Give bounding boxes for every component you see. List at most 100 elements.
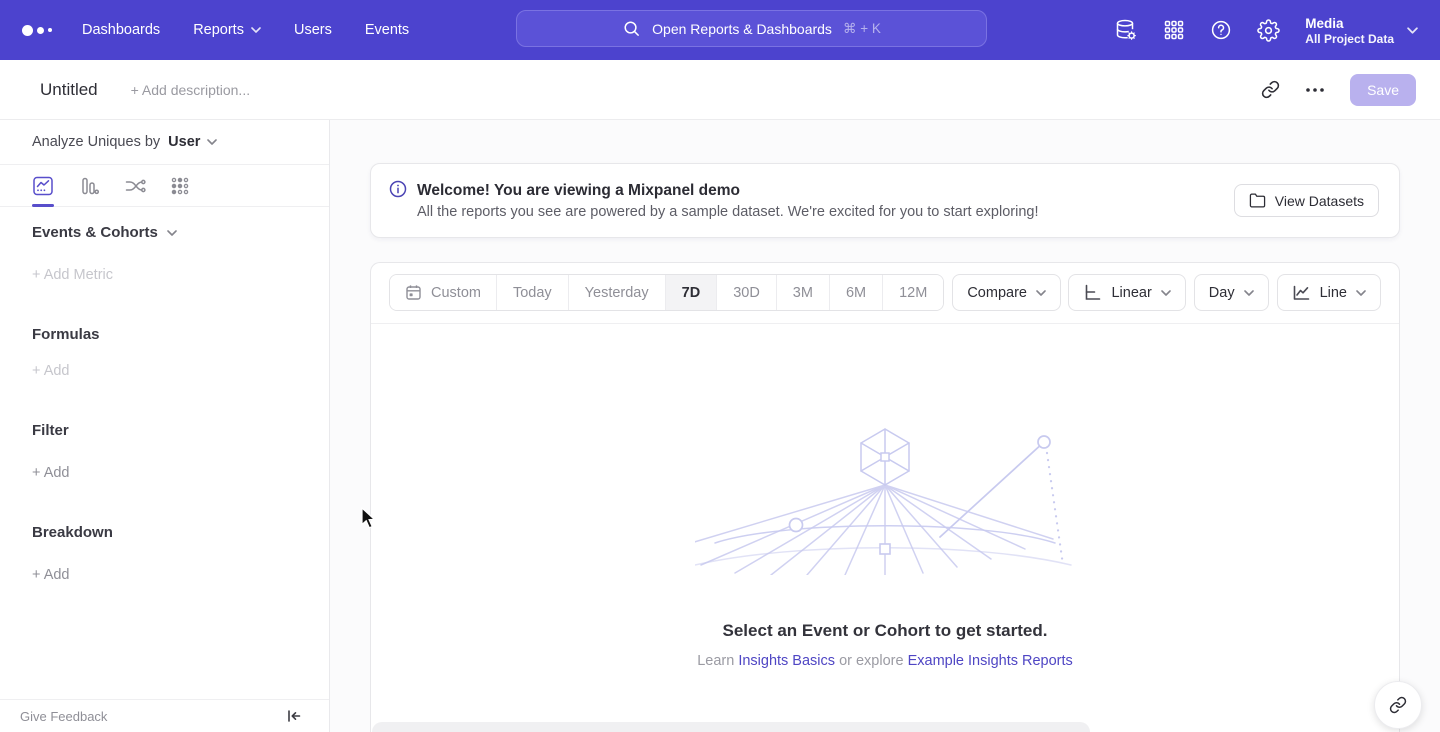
help-button[interactable]: [1210, 19, 1232, 41]
add-metric-button[interactable]: + Add Metric: [32, 267, 113, 283]
metric-type-tabs: [0, 165, 329, 207]
line-chart-tab-icon: [32, 175, 54, 197]
report-card: Custom Today Yesterday 7D 30D 3M 6M 12M …: [370, 262, 1400, 732]
add-filter-button[interactable]: + Add: [32, 465, 70, 481]
database-gear-icon: [1114, 18, 1138, 42]
line-chart-icon: [1292, 283, 1311, 302]
empty-state-heading: Select an Event or Cohort to get started…: [371, 621, 1399, 641]
sidebar-footer: Give Feedback: [0, 699, 329, 732]
chevron-down-icon: [1036, 290, 1046, 296]
welcome-banner: Welcome! You are viewing a Mixpanel demo…: [370, 163, 1400, 238]
top-navigation: Dashboards Reports Users Events Open Rep…: [0, 0, 1440, 60]
share-link-floating-button[interactable]: [1374, 681, 1422, 729]
date-range-segmented-control: Custom Today Yesterday 7D 30D 3M 6M 12M: [389, 274, 944, 311]
info-icon: [389, 180, 407, 198]
copy-link-button[interactable]: [1261, 80, 1280, 99]
report-header-actions: Save: [1261, 74, 1416, 106]
global-search-input[interactable]: Open Reports & Dashboards ⌘ + K: [516, 10, 987, 47]
range-30d[interactable]: 30D: [716, 275, 776, 310]
help-icon: [1210, 19, 1232, 41]
apps-grid-icon: [1163, 19, 1185, 41]
section-filter: Filter: [32, 423, 297, 439]
banner-title: Welcome! You are viewing a Mixpanel demo: [417, 182, 1039, 200]
section-breakdown: Breakdown: [32, 525, 297, 541]
search-placeholder: Open Reports & Dashboards: [652, 21, 832, 37]
link-icon: [1261, 80, 1280, 99]
analyze-row: Analyze Uniques by User: [0, 120, 329, 165]
empty-state: Select an Event or Cohort to get started…: [371, 324, 1399, 669]
folder-icon: [1249, 192, 1266, 209]
settings-button[interactable]: [1257, 19, 1280, 42]
section-events-cohorts[interactable]: Events & Cohorts: [32, 225, 297, 241]
scale-dropdown[interactable]: Linear: [1068, 274, 1185, 311]
project-name: Media: [1305, 15, 1394, 32]
give-feedback-button[interactable]: Give Feedback: [20, 709, 107, 724]
link-icon: [1389, 696, 1407, 714]
analyze-by-dropdown[interactable]: User: [168, 134, 217, 150]
sidebar-sections: Events & Cohorts + Add Metric Formulas +…: [0, 207, 329, 583]
range-3m[interactable]: 3M: [776, 275, 829, 310]
search-shortcut-hint: ⌘ + K: [843, 21, 881, 37]
analyze-label: Analyze Uniques by: [32, 134, 160, 150]
project-selector[interactable]: Media All Project Data: [1305, 15, 1418, 46]
primary-nav: Dashboards Reports Users Events: [82, 22, 409, 38]
nav-item-reports[interactable]: Reports: [193, 22, 261, 38]
tab-flows[interactable]: [124, 165, 146, 206]
bottom-panel-edge: [372, 722, 1090, 732]
collapse-left-icon: [286, 708, 302, 724]
range-7d[interactable]: 7D: [665, 275, 717, 310]
tab-insights[interactable]: [32, 165, 54, 206]
empty-state-illustration: [695, 425, 1075, 575]
range-6m[interactable]: 6M: [829, 275, 882, 310]
apps-grid-button[interactable]: [1163, 19, 1185, 41]
calendar-icon: [405, 284, 422, 301]
section-formulas: Formulas: [32, 327, 297, 343]
nav-item-events[interactable]: Events: [365, 22, 409, 38]
more-options-button[interactable]: [1306, 88, 1324, 92]
nav-item-users[interactable]: Users: [294, 22, 332, 38]
main-content: Welcome! You are viewing a Mixpanel demo…: [330, 120, 1440, 732]
add-breakdown-button[interactable]: + Add: [32, 567, 70, 583]
banner-subtitle: All the reports you see are powered by a…: [417, 204, 1039, 220]
report-description-placeholder[interactable]: + Add description...: [131, 82, 250, 98]
project-scope: All Project Data: [1305, 32, 1394, 46]
empty-state-links: Learn Insights Basics or explore Example…: [371, 653, 1399, 669]
range-12m[interactable]: 12M: [882, 275, 943, 310]
chevron-down-icon: [1161, 290, 1171, 296]
query-builder-sidebar: Analyze Uniques by User: [0, 120, 330, 732]
compare-dropdown[interactable]: Compare: [952, 274, 1061, 311]
chart-type-dropdown[interactable]: Line: [1277, 274, 1381, 311]
report-header: Untitled + Add description... Save: [0, 60, 1440, 120]
gear-icon: [1257, 19, 1280, 42]
linear-axis-icon: [1083, 283, 1102, 302]
flows-tab-icon: [124, 175, 146, 197]
retention-dots-tab-icon: [170, 176, 190, 196]
chevron-down-icon: [251, 27, 261, 33]
save-button[interactable]: Save: [1350, 74, 1416, 106]
range-yesterday[interactable]: Yesterday: [568, 275, 665, 310]
chevron-down-icon: [207, 139, 217, 145]
report-title[interactable]: Untitled: [40, 80, 98, 100]
chart-controls: Linear Day Line: [1068, 274, 1381, 311]
chevron-down-icon: [1244, 290, 1254, 296]
bar-chart-tab-icon: [78, 175, 100, 197]
range-today[interactable]: Today: [496, 275, 568, 310]
mixpanel-logo-icon[interactable]: [22, 25, 52, 36]
interval-dropdown[interactable]: Day: [1194, 274, 1269, 311]
chevron-down-icon: [1356, 290, 1366, 296]
view-datasets-button[interactable]: View Datasets: [1234, 184, 1379, 217]
nav-item-dashboards[interactable]: Dashboards: [82, 22, 160, 38]
collapse-sidebar-button[interactable]: [286, 708, 302, 724]
example-insights-reports-link[interactable]: Example Insights Reports: [908, 653, 1073, 669]
tab-bar-chart[interactable]: [78, 165, 100, 206]
search-icon: [622, 19, 641, 38]
add-formula-button[interactable]: + Add: [32, 363, 70, 379]
top-nav-actions: Media All Project Data: [1114, 0, 1418, 60]
data-management-button[interactable]: [1114, 18, 1138, 42]
range-custom[interactable]: Custom: [390, 275, 496, 310]
report-toolbar: Custom Today Yesterday 7D 30D 3M 6M 12M …: [371, 263, 1399, 324]
chevron-down-icon: [167, 230, 177, 236]
tab-retention[interactable]: [170, 165, 190, 206]
insights-basics-link[interactable]: Insights Basics: [738, 653, 835, 669]
chevron-down-icon: [1407, 27, 1418, 34]
